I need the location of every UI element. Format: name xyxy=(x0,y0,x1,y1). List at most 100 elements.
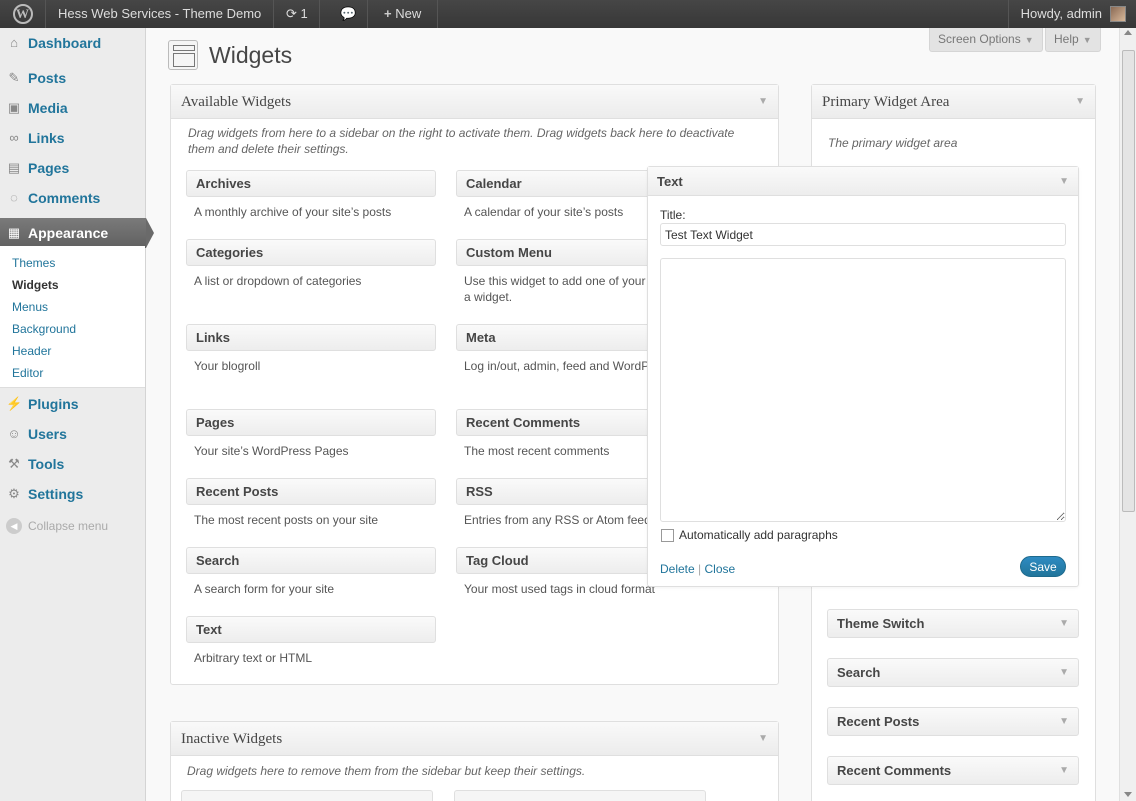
comments-link[interactable]: 💬 xyxy=(330,0,368,28)
available-widgets-header[interactable]: Available Widgets ▼ xyxy=(171,85,778,119)
updates-link[interactable]: ⟳ 1 xyxy=(275,0,320,28)
chevron-down-icon[interactable]: ▼ xyxy=(1059,167,1069,196)
scroll-up-arrow-icon[interactable] xyxy=(1124,30,1132,35)
sidebar-widget-theme-switch[interactable]: Theme Switch ▼ xyxy=(827,609,1079,638)
menu-item-posts[interactable]: ✎ Posts xyxy=(0,63,145,93)
menu-label: Users xyxy=(28,426,67,442)
new-content-link[interactable]: + New xyxy=(368,0,439,28)
speech-bubble-icon: 💬 xyxy=(340,6,357,21)
home-icon: ⌂ xyxy=(10,35,18,50)
menu-item-users[interactable]: ☺ Users xyxy=(0,419,145,449)
menu-item-pages[interactable]: ▤ Pages xyxy=(0,153,145,183)
menu-item-media[interactable]: ▣ Media xyxy=(0,93,145,123)
widget-title[interactable]: Categories xyxy=(186,239,436,266)
inactive-widgets-panel: Inactive Widgets ▼ Drag widgets here to … xyxy=(170,721,779,801)
chevron-down-icon[interactable]: ▼ xyxy=(758,722,768,756)
widget-links[interactable]: Links Your blogroll xyxy=(186,324,436,374)
collapse-label: Collapse menu xyxy=(28,519,109,533)
account-menu[interactable]: Howdy, admin xyxy=(1007,0,1136,28)
widget-description: A list or dropdown of categories xyxy=(194,274,362,288)
collapse-menu-button[interactable]: ◀ Collapse menu xyxy=(6,518,108,534)
menu-item-comments[interactable]: ◌ Comments xyxy=(0,183,145,213)
link-icon: ∞ xyxy=(9,130,19,145)
auto-paragraphs-checkbox[interactable] xyxy=(661,528,674,542)
chevron-down-icon[interactable]: ▼ xyxy=(1075,85,1085,119)
widget-title[interactable]: Search xyxy=(186,547,436,574)
text-widget-header[interactable]: Text ▼ xyxy=(648,167,1078,196)
menu-label: Tools xyxy=(28,456,65,472)
widget-pages[interactable]: Pages Your site’s WordPress Pages xyxy=(186,409,436,459)
widget-title: Search xyxy=(837,665,881,680)
help-button[interactable]: Help ▼ xyxy=(1045,28,1101,52)
widget-archives[interactable]: Archives A monthly archive of your site’… xyxy=(186,170,436,220)
chevron-down-icon[interactable]: ▼ xyxy=(1059,708,1069,735)
submenu-item-themes[interactable]: Themes xyxy=(12,256,55,270)
page-scrollbar[interactable] xyxy=(1119,28,1136,801)
help-label: Help xyxy=(1054,32,1079,46)
widget-description: A search form for your site xyxy=(194,582,335,596)
delete-link[interactable]: Delete xyxy=(660,562,695,576)
widget-description: A monthly archive of your site’s posts xyxy=(194,205,392,219)
scroll-thumb[interactable] xyxy=(1122,50,1135,512)
settings-icon: ⚙ xyxy=(8,486,20,501)
users-icon: ☺ xyxy=(7,426,21,441)
menu-item-tools[interactable]: ⚒ Tools xyxy=(0,449,145,479)
menu-item-links[interactable]: ∞ Links xyxy=(0,123,145,153)
chevron-down-icon[interactable]: ▼ xyxy=(1059,757,1069,784)
available-widgets-title: Available Widgets xyxy=(181,94,292,110)
chevron-down-icon: ▼ xyxy=(1082,35,1092,45)
submenu-item-widgets[interactable]: Widgets xyxy=(12,278,59,292)
scroll-down-arrow-icon[interactable] xyxy=(1124,792,1132,797)
available-widgets-description: Drag widgets from here to a sidebar on t… xyxy=(188,126,735,156)
inactive-widgets-description: Drag widgets here to remove them from th… xyxy=(187,764,586,778)
inactive-widgets-header[interactable]: Inactive Widgets ▼ xyxy=(171,722,778,756)
text-content-textarea[interactable] xyxy=(660,258,1066,522)
submenu-item-header[interactable]: Header xyxy=(12,344,51,358)
howdy-label: Howdy, admin xyxy=(1020,6,1102,21)
plus-icon: + xyxy=(384,6,392,21)
screen-options-button[interactable]: Screen Options ▼ xyxy=(929,28,1043,52)
sidebar-widget-recent-comments[interactable]: Recent Comments ▼ xyxy=(827,756,1079,785)
auto-paragraphs-row[interactable]: Automatically add paragraphs xyxy=(661,528,838,542)
chevron-down-icon[interactable]: ▼ xyxy=(1059,610,1069,637)
widget-title[interactable]: Pages xyxy=(186,409,436,436)
widget-search[interactable]: Search A search form for your site xyxy=(186,547,436,597)
title-input[interactable] xyxy=(660,223,1066,246)
submenu-item-menus[interactable]: Menus xyxy=(12,300,48,314)
appearance-submenu: Themes Widgets Menus Background Header E… xyxy=(0,246,145,388)
site-name-link[interactable]: Hess Web Services - Theme Demo xyxy=(46,0,275,28)
wordpress-logo-icon[interactable]: W xyxy=(0,0,46,28)
new-label: New xyxy=(395,6,422,21)
sidebar-widget-search[interactable]: Search ▼ xyxy=(827,658,1079,687)
sidebar-widget-recent-posts[interactable]: Recent Posts ▼ xyxy=(827,707,1079,736)
auto-paragraphs-label: Automatically add paragraphs xyxy=(679,528,838,542)
menu-item-appearance[interactable]: ▦ Appearance xyxy=(0,218,154,248)
widget-title[interactable]: Text xyxy=(186,616,436,643)
widget-title[interactable]: Recent Posts xyxy=(186,478,436,505)
primary-widget-area-header[interactable]: Primary Widget Area ▼ xyxy=(812,85,1095,119)
chevron-down-icon[interactable]: ▼ xyxy=(758,85,768,119)
widget-title[interactable]: Links xyxy=(186,324,436,351)
comment-icon: ◌ xyxy=(10,190,18,205)
menu-item-plugins[interactable]: ⚡ Plugins xyxy=(0,389,145,419)
widget-recent-posts[interactable]: Recent Posts The most recent posts on yo… xyxy=(186,478,436,528)
close-link[interactable]: Close xyxy=(705,562,736,576)
save-button[interactable]: Save xyxy=(1020,556,1066,577)
submenu-item-editor[interactable]: Editor xyxy=(12,366,43,380)
menu-label: Media xyxy=(28,100,68,116)
menu-item-settings[interactable]: ⚙ Settings xyxy=(0,479,145,509)
menu-label: Pages xyxy=(28,160,70,176)
submenu-item-background[interactable]: Background xyxy=(12,322,76,336)
widget-title[interactable]: Archives xyxy=(186,170,436,197)
widget-description: Your blogroll xyxy=(194,359,261,373)
menu-label: Posts xyxy=(28,70,67,86)
inactive-widget[interactable] xyxy=(181,790,433,801)
menu-label: Comments xyxy=(28,190,101,206)
title-label: Title: xyxy=(660,208,686,222)
chevron-down-icon[interactable]: ▼ xyxy=(1059,659,1069,686)
inactive-widget[interactable] xyxy=(454,790,706,801)
menu-item-dashboard[interactable]: ⌂ Dashboard xyxy=(0,28,145,58)
widget-text[interactable]: Text Arbitrary text or HTML xyxy=(186,616,436,666)
primary-widget-area-title: Primary Widget Area xyxy=(822,94,950,110)
widget-categories[interactable]: Categories A list or dropdown of categor… xyxy=(186,239,436,289)
